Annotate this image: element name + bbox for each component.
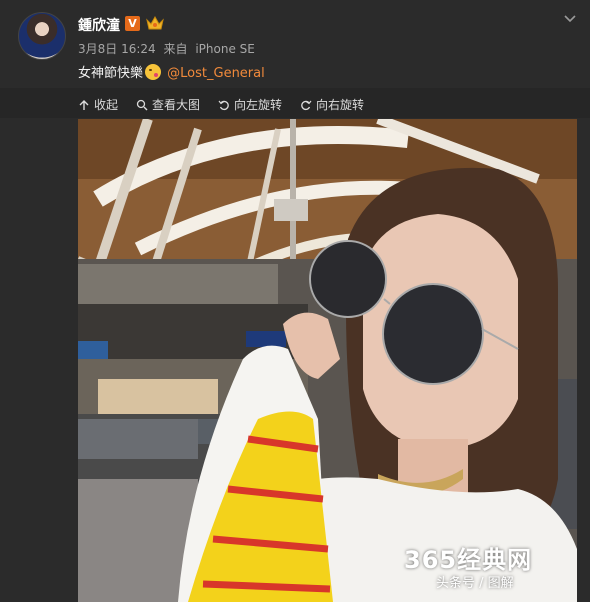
view-large-label: 查看大图 [152, 98, 201, 112]
rotate-left-label: 向左旋转 [234, 98, 283, 112]
kiss-emoji-icon [145, 64, 162, 80]
watermark-subtext: 头条号 / 图解 [436, 576, 514, 591]
rotate-left-icon [218, 100, 229, 110]
arrow-up-icon [79, 99, 89, 110]
post-meta: 3月8日 16:24 来自 iPhone SE [78, 40, 259, 57]
rotate-right-icon [301, 100, 312, 110]
member-crown-icon[interactable] [146, 15, 164, 31]
source-prefix: 来自 [163, 42, 188, 56]
post-source: iPhone SE [195, 42, 255, 56]
post-text: 女神節快樂 [78, 66, 144, 81]
rotate-right-button[interactable]: 向右旋转 [300, 96, 364, 113]
collapse-label: 收起 [94, 98, 119, 112]
post-date[interactable]: 3月8日 16:24 [78, 42, 156, 56]
watermark-text: 365经典网 [404, 546, 533, 574]
mention-link[interactable]: @Lost_General [167, 66, 265, 81]
view-large-button[interactable]: 查看大图 [136, 96, 200, 113]
chevron-down-icon[interactable] [562, 10, 578, 26]
rotate-left-button[interactable]: 向左旋转 [218, 96, 282, 113]
collapse-button[interactable]: 收起 [78, 96, 118, 113]
avatar[interactable] [18, 12, 66, 60]
magnifier-icon [136, 99, 148, 110]
post-photo[interactable] [78, 119, 577, 602]
photo-illustration [78, 119, 577, 602]
image-toolbar: 收起 查看大图 向左旋转 向右旋转 [0, 88, 590, 118]
verified-badge-icon: V [125, 16, 140, 31]
username[interactable]: 鍾欣潼 [78, 15, 120, 35]
weibo-post: 鍾欣潼 V 3月8日 16:24 来自 iPhone SE 女神節快樂 @Los… [0, 0, 590, 602]
rotate-right-label: 向右旋转 [316, 98, 365, 112]
post-content: 女神節快樂 @Lost_General [78, 62, 265, 81]
